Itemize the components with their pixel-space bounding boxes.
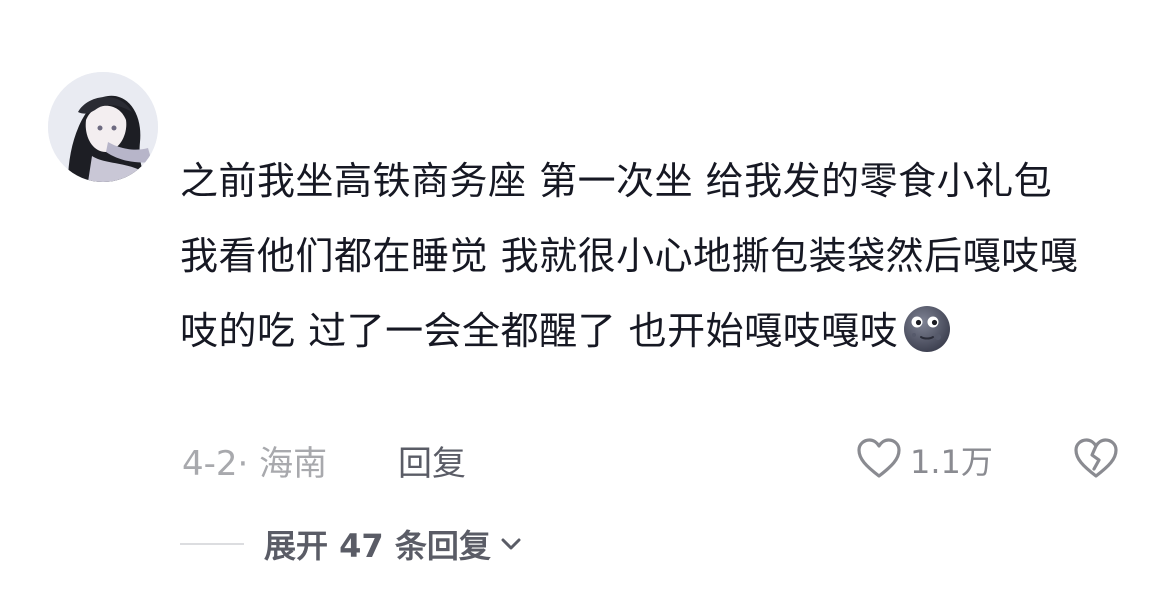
like-count: 1.1万 bbox=[910, 443, 993, 481]
avatar[interactable] bbox=[48, 72, 158, 182]
comment-meta: 4-2· 海南 bbox=[182, 443, 328, 484]
divider bbox=[180, 543, 244, 545]
expand-replies-label: 展开 47 条回复 bbox=[264, 527, 491, 565]
broken-heart-icon bbox=[1073, 437, 1119, 483]
dislike-button[interactable] bbox=[1070, 434, 1122, 486]
expand-replies-button[interactable]: 展开 47 条回复 bbox=[264, 521, 523, 567]
user-avatar-image bbox=[48, 72, 158, 182]
reply-button[interactable]: 回复 bbox=[398, 436, 466, 484]
heart-icon bbox=[856, 437, 902, 483]
expand-replies-row: 展开 47 条回复 bbox=[180, 520, 523, 568]
chevron-down-icon bbox=[499, 536, 523, 552]
like-button[interactable]: 1.1万 bbox=[856, 434, 993, 486]
moon-face-emoji-icon bbox=[902, 304, 952, 354]
comment-text: 之前我坐高铁商务座 第一次坐 给我发的零食小礼包 我看他们都在睡觉 我就很小心地… bbox=[180, 144, 1095, 369]
